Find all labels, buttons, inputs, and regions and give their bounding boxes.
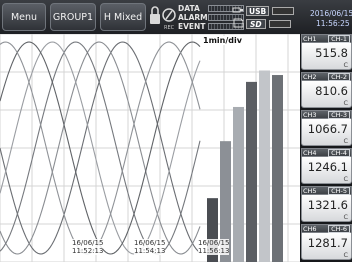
channel-2-value: 810.6 xyxy=(315,84,348,98)
channel-5-header: CH5 CH-5 xyxy=(301,186,352,195)
time-display: 11:56:25 xyxy=(316,19,350,28)
channel-3-name: CH3 xyxy=(303,110,317,119)
sd-meter xyxy=(268,20,291,28)
timestamp-3: 16/06/15 11:56:13 xyxy=(198,239,230,255)
timestamp-1: 16/06/15 11:52:13 xyxy=(72,239,104,255)
channel-2-unit: C xyxy=(343,99,348,107)
time-division-label: 1min/div xyxy=(203,36,242,45)
sd-card-icon xyxy=(233,18,244,28)
channel-1-value: 515.8 xyxy=(315,46,348,60)
data-label: DATA xyxy=(178,4,200,13)
timestamp-2-time: 11:54:13 xyxy=(134,247,166,255)
channel-5[interactable]: CH5 CH-5 1321.6 C xyxy=(301,186,352,223)
date-display: 2016/06/15 xyxy=(310,9,352,18)
display-mode-button[interactable]: H Mixed xyxy=(100,3,146,31)
bar-ch3 xyxy=(233,106,244,262)
channel-4[interactable]: CH4 CH-4 1246.1 C xyxy=(301,148,352,185)
usb-label: USB xyxy=(246,6,270,16)
channel-5-unit: C xyxy=(343,213,348,221)
channel-5-name: CH5 xyxy=(303,186,317,195)
group-button[interactable]: GROUP1 xyxy=(50,3,96,31)
channel-3[interactable]: CH3 CH-3 1066.7 C xyxy=(301,110,352,147)
channel-4-body: 1246.1 C xyxy=(301,157,352,184)
trend-graph xyxy=(0,34,300,262)
channel-4-name: CH4 xyxy=(303,148,317,157)
channel-panel: CH1 CH-1 515.8 C CH2 CH-2 810.6 C CH3 CH… xyxy=(300,34,352,262)
channel-3-unit: C xyxy=(343,137,348,145)
recorder-screen: Menu GROUP1 H Mixed REC DATA ALARM EVENT xyxy=(0,0,352,262)
usb-status: USB xyxy=(246,6,306,16)
channel-6[interactable]: CH6 CH-6 1281.7 C xyxy=(301,224,352,261)
channel-1-header: CH1 CH-1 xyxy=(301,34,352,43)
channel-3-value: 1066.7 xyxy=(307,122,348,136)
channel-2[interactable]: CH2 CH-2 810.6 C xyxy=(301,72,352,109)
channel-4-tag: CH-4 xyxy=(328,148,350,157)
bar-ch4 xyxy=(246,81,257,262)
channel-1-body: 515.8 C xyxy=(301,43,352,70)
channel-4-unit: C xyxy=(343,175,348,183)
channel-1-name: CH1 xyxy=(303,34,317,43)
channel-5-tag: CH-5 xyxy=(328,186,350,195)
channel-3-tag: CH-3 xyxy=(328,110,350,119)
channel-3-body: 1066.7 C xyxy=(301,119,352,146)
sd-status: SD xyxy=(246,19,306,29)
channel-5-value: 1321.6 xyxy=(307,198,348,212)
channel-4-header: CH4 CH-4 xyxy=(301,148,352,157)
timestamp-3-time: 11:56:13 xyxy=(198,247,230,255)
top-bar: Menu GROUP1 H Mixed REC DATA ALARM EVENT xyxy=(0,0,352,34)
channel-4-value: 1246.1 xyxy=(307,160,348,174)
channel-2-tag: CH-2 xyxy=(328,72,350,81)
timestamp-1-date: 16/06/15 xyxy=(72,239,104,247)
channel-6-value: 1281.7 xyxy=(307,236,348,250)
channel-2-body: 810.6 C xyxy=(301,81,352,108)
channel-6-name: CH6 xyxy=(303,224,317,233)
record-label: REC xyxy=(164,25,175,31)
timestamp-1-time: 11:52:13 xyxy=(72,247,104,255)
timestamp-3-date: 16/06/15 xyxy=(198,239,230,247)
usb-meter xyxy=(272,7,295,15)
channel-1[interactable]: CH1 CH-1 515.8 C xyxy=(301,34,352,71)
channel-6-tag: CH-6 xyxy=(328,224,350,233)
event-label: EVENT xyxy=(178,22,206,31)
alarm-label: ALARM xyxy=(178,13,208,22)
bar-ch6 xyxy=(272,75,283,262)
channel-6-unit: C xyxy=(343,251,348,259)
timestamp-2: 16/06/15 11:54:13 xyxy=(134,239,166,255)
channel-1-unit: C xyxy=(343,61,348,69)
channel-2-name: CH2 xyxy=(303,72,317,81)
bar-ch5 xyxy=(259,70,270,262)
channel-2-header: CH2 CH-2 xyxy=(301,72,352,81)
menu-button[interactable]: Menu xyxy=(2,3,46,31)
channel-5-body: 1321.6 C xyxy=(301,195,352,222)
sd-label: SD xyxy=(246,19,266,29)
lock-icon xyxy=(150,6,160,24)
channel-6-body: 1281.7 C xyxy=(301,233,352,260)
channel-6-header: CH6 CH-6 xyxy=(301,224,352,233)
channel-1-tag: CH-1 xyxy=(328,34,350,43)
timestamp-2-date: 16/06/15 xyxy=(134,239,166,247)
usb-icon xyxy=(232,7,243,13)
channel-3-header: CH3 CH-3 xyxy=(301,110,352,119)
trend-area[interactable]: 1min/div 16/06/15 11:52:13 16/06/15 11:5… xyxy=(0,34,300,262)
